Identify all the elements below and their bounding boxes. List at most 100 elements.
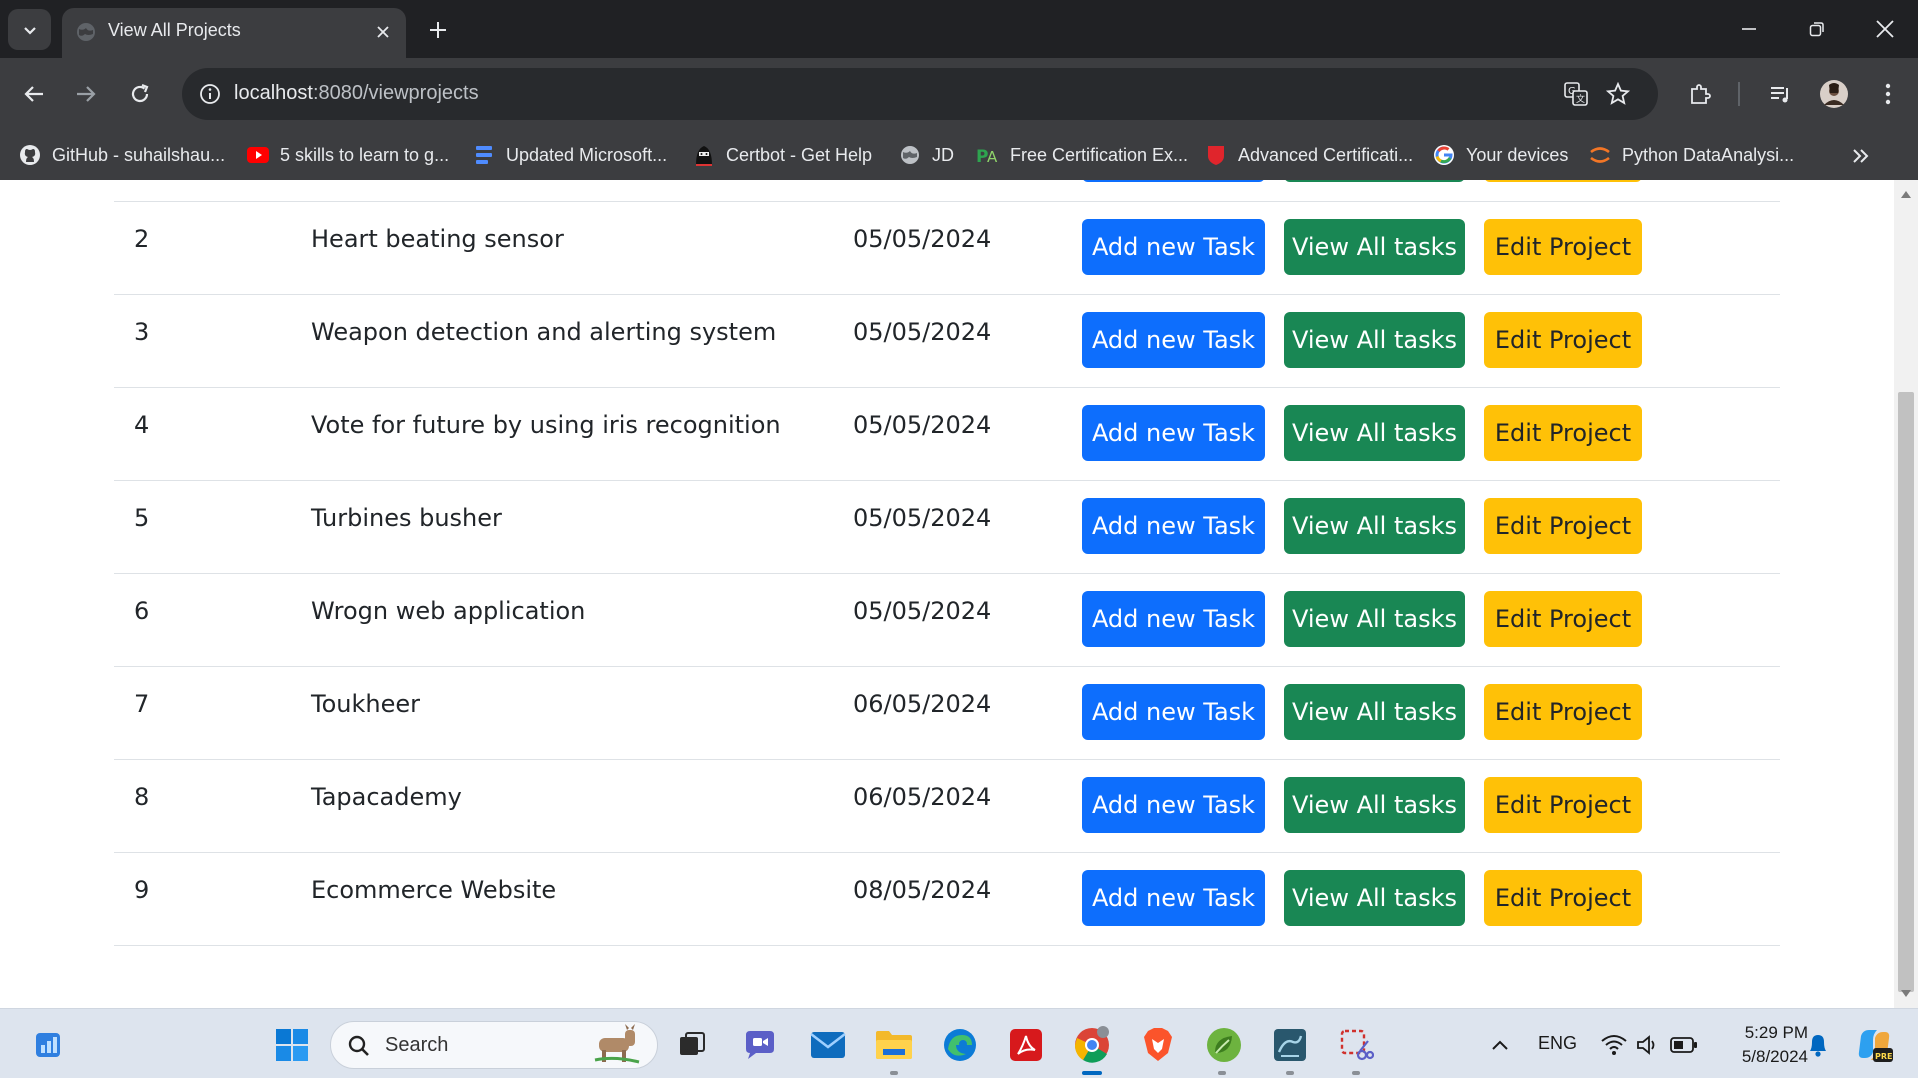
bookmark-item[interactable]: GitHub - suhailshau... bbox=[18, 138, 225, 172]
taskbar-search-box[interactable]: Search bbox=[330, 1021, 658, 1069]
widgets-button[interactable] bbox=[26, 1023, 70, 1067]
translate-icon: G文 bbox=[1564, 82, 1588, 106]
page-scrollbar[interactable] bbox=[1894, 180, 1918, 1008]
restore-button[interactable] bbox=[1794, 9, 1840, 49]
bookmark-star-button[interactable] bbox=[1602, 78, 1634, 110]
view-all-tasks-button[interactable]: View All tasks bbox=[1284, 777, 1465, 833]
edit-project-button[interactable]: Edit Project bbox=[1484, 591, 1642, 647]
bookmark-item[interactable]: PA Free Certification Ex... bbox=[976, 138, 1188, 172]
running-indicator bbox=[1352, 1071, 1360, 1075]
add-new-task-button[interactable]: Add new Task bbox=[1082, 405, 1265, 461]
view-all-tasks-button[interactable]: View All tasks bbox=[1284, 684, 1465, 740]
notifications-button[interactable] bbox=[1796, 1023, 1840, 1067]
reload-icon bbox=[131, 83, 149, 103]
translate-button[interactable]: G文 bbox=[1560, 78, 1592, 110]
taskbar-app-edge[interactable] bbox=[938, 1023, 982, 1067]
address-bar[interactable]: localhost:8080/viewprojects G文 bbox=[182, 68, 1658, 120]
url-text[interactable]: localhost:8080/viewprojects bbox=[234, 82, 479, 105]
taskbar-app-file-explorer[interactable] bbox=[872, 1023, 916, 1067]
task-view-icon bbox=[680, 1032, 705, 1055]
bookmark-item[interactable]: 5 skills to learn to g... bbox=[246, 138, 449, 172]
taskbar-app-snipping-tool[interactable] bbox=[1334, 1023, 1378, 1067]
active-tab[interactable]: View All Projects bbox=[62, 8, 406, 58]
task-view-button[interactable] bbox=[670, 1023, 714, 1067]
add-new-task-button[interactable]: Add new Task bbox=[1082, 219, 1265, 275]
edit-project-button[interactable]: Edit Project bbox=[1484, 777, 1642, 833]
bookmarks-bar: GitHub - suhailshau... 5 skills to learn… bbox=[0, 130, 1918, 180]
more-bookmarks-button[interactable] bbox=[1846, 142, 1876, 170]
add-new-task-button[interactable]: Add new Task bbox=[1082, 591, 1265, 647]
scroll-down-arrow[interactable] bbox=[1900, 988, 1912, 1000]
view-all-tasks-button[interactable]: View All tasks bbox=[1284, 498, 1465, 554]
google-icon bbox=[1432, 143, 1456, 167]
taskbar-app-brave[interactable] bbox=[1136, 1023, 1180, 1067]
edit-project-button[interactable]: Edit Project bbox=[1484, 180, 1642, 182]
bookmark-item[interactable]: Your devices bbox=[1432, 138, 1568, 172]
project-name: Ecommerce Website bbox=[311, 876, 557, 904]
forward-button[interactable] bbox=[66, 74, 106, 114]
acrobat-icon bbox=[1010, 1029, 1042, 1061]
show-hidden-icons-button[interactable] bbox=[1478, 1023, 1522, 1067]
bookmark-item[interactable]: JD bbox=[898, 138, 954, 172]
search-label: Search bbox=[385, 1034, 449, 1056]
bookmark-label: Free Certification Ex... bbox=[1010, 144, 1189, 165]
scroll-up-arrow[interactable] bbox=[1900, 188, 1912, 200]
new-tab-button[interactable] bbox=[420, 14, 456, 46]
certbot-icon bbox=[692, 143, 716, 167]
view-all-tasks-button[interactable]: View All tasks bbox=[1284, 591, 1465, 647]
site-info-button[interactable] bbox=[194, 78, 226, 110]
edit-project-button[interactable]: Edit Project bbox=[1484, 405, 1642, 461]
battery-status[interactable] bbox=[1662, 1023, 1706, 1067]
add-new-task-button[interactable]: Add new Task bbox=[1082, 180, 1265, 182]
bookmark-item[interactable]: Advanced Certificati... bbox=[1204, 138, 1413, 172]
edit-project-button[interactable]: Edit Project bbox=[1484, 219, 1642, 275]
view-all-tasks-button[interactable]: View All tasks bbox=[1284, 405, 1465, 461]
profile-button[interactable] bbox=[1814, 74, 1854, 114]
reload-button[interactable] bbox=[120, 74, 160, 114]
minimize-button[interactable] bbox=[1726, 9, 1772, 49]
browser-toolbar: localhost:8080/viewprojects G文 bbox=[0, 58, 1918, 130]
scrollbar-thumb[interactable] bbox=[1898, 392, 1914, 992]
running-indicator bbox=[890, 1071, 898, 1075]
tab-search-button[interactable] bbox=[8, 9, 51, 50]
edit-project-button[interactable]: Edit Project bbox=[1484, 684, 1642, 740]
mysql-workbench-icon bbox=[1274, 1029, 1306, 1061]
globe-icon bbox=[898, 143, 922, 167]
project-id: 7 bbox=[134, 690, 150, 718]
browser-tab-strip: View All Projects bbox=[0, 0, 1918, 58]
tab-close-button[interactable] bbox=[372, 21, 394, 43]
edit-project-button[interactable]: Edit Project bbox=[1484, 498, 1642, 554]
view-all-tasks-button[interactable]: View All tasks bbox=[1284, 312, 1465, 368]
add-new-task-button[interactable]: Add new Task bbox=[1082, 684, 1265, 740]
back-button[interactable] bbox=[14, 74, 54, 114]
view-all-tasks-button[interactable]: View All tasks bbox=[1284, 870, 1465, 926]
start-button[interactable] bbox=[270, 1023, 314, 1067]
bookmark-item[interactable]: Updated Microsoft... bbox=[472, 138, 667, 172]
taskbar-app-chat[interactable] bbox=[738, 1023, 782, 1067]
edit-project-button[interactable]: Edit Project bbox=[1484, 870, 1642, 926]
extensions-button[interactable] bbox=[1680, 74, 1720, 114]
taskbar-app-mysql-workbench[interactable] bbox=[1268, 1023, 1312, 1067]
close-window-button[interactable] bbox=[1862, 9, 1908, 49]
table-row: 3 Weapon detection and alerting system 05/… bbox=[114, 295, 1780, 388]
browser-menu-button[interactable] bbox=[1868, 74, 1908, 114]
copilot-button[interactable]: PRE bbox=[1852, 1023, 1896, 1067]
view-all-tasks-button[interactable]: View All tasks bbox=[1284, 180, 1465, 182]
add-new-task-button[interactable]: Add new Task bbox=[1082, 870, 1265, 926]
project-id: 9 bbox=[134, 876, 150, 904]
view-all-tasks-button[interactable]: View All tasks bbox=[1284, 219, 1465, 275]
edit-project-button[interactable]: Edit Project bbox=[1484, 312, 1642, 368]
taskbar-app-chrome[interactable] bbox=[1070, 1023, 1114, 1067]
taskbar-app-mail[interactable] bbox=[806, 1023, 850, 1067]
taskbar-app-acrobat[interactable] bbox=[1004, 1023, 1048, 1067]
add-new-task-button[interactable]: Add new Task bbox=[1082, 498, 1265, 554]
taskbar-app-spring-tools[interactable] bbox=[1202, 1023, 1246, 1067]
add-new-task-button[interactable]: Add new Task bbox=[1082, 777, 1265, 833]
clock[interactable]: 5:29 PM 5/8/2024 bbox=[1718, 1019, 1808, 1069]
page-viewport: 1Saalar Tracking System05/05/2024Add new… bbox=[0, 180, 1918, 1008]
bookmark-item[interactable]: Python DataAnalysi... bbox=[1588, 138, 1794, 172]
input-language[interactable]: ENG bbox=[1538, 1033, 1577, 1054]
bookmark-item[interactable]: Certbot - Get Help bbox=[692, 138, 872, 172]
media-controls-button[interactable] bbox=[1760, 74, 1800, 114]
add-new-task-button[interactable]: Add new Task bbox=[1082, 312, 1265, 368]
